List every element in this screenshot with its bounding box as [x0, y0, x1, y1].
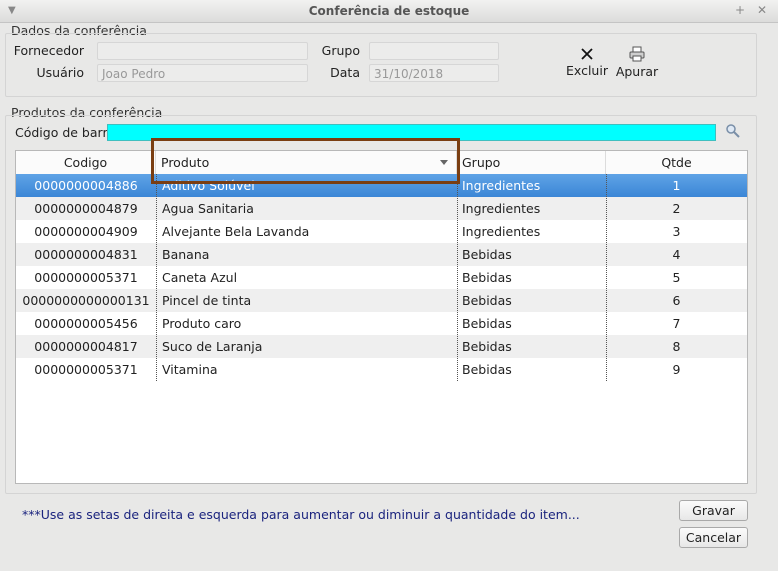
- table-row[interactable]: 0000000005456 Produto caro Bebidas 7: [16, 312, 747, 335]
- cell-grupo: Bebidas: [462, 362, 512, 377]
- grupo-label: Grupo: [321, 43, 360, 58]
- data-label: Data: [330, 65, 360, 80]
- col-header-qtde[interactable]: Qtde: [606, 151, 747, 174]
- cell-produto: Agua Sanitaria: [162, 201, 254, 216]
- search-icon[interactable]: [725, 123, 741, 139]
- barcode-label: Código de barra: [15, 125, 107, 140]
- cell-codigo: 0000000004879: [34, 201, 138, 216]
- cell-codigo: 0000000005371: [34, 362, 138, 377]
- cell-grupo: Ingredientes: [462, 201, 541, 216]
- products-table[interactable]: Codigo Produto Grupo Qtde 0000000004886 A…: [15, 150, 748, 484]
- cell-grupo: Bebidas: [462, 316, 512, 331]
- table-row[interactable]: 0000000004817 Suco de Laranja Bebidas 8: [16, 335, 747, 358]
- excluir-button[interactable]: Excluir: [563, 47, 611, 78]
- cell-codigo: 0000000004831: [34, 247, 138, 262]
- cell-qtde: 5: [672, 270, 681, 285]
- column-divider: [156, 174, 157, 381]
- cell-qtde: 3: [672, 224, 681, 239]
- table-row[interactable]: 0000000000000131 Pincel de tinta Bebidas 6: [16, 289, 747, 312]
- cell-produto: Pincel de tinta: [162, 293, 252, 308]
- cell-qtde: 7: [672, 316, 681, 331]
- cell-grupo: Bebidas: [462, 247, 512, 262]
- cancelar-button[interactable]: Cancelar: [679, 527, 748, 548]
- col-header-grupo[interactable]: Grupo: [457, 151, 606, 174]
- cell-produto: Caneta Azul: [162, 270, 238, 285]
- fornecedor-field[interactable]: [97, 42, 308, 60]
- cell-codigo: 0000000004909: [34, 224, 138, 239]
- cell-grupo: Bebidas: [462, 339, 512, 354]
- cell-grupo: Bebidas: [462, 270, 512, 285]
- table-row[interactable]: 0000000005371 Vitamina Bebidas 9: [16, 358, 747, 381]
- window-title: Conferência de estoque: [308, 4, 470, 18]
- cell-grupo: Ingredientes: [462, 224, 541, 239]
- col-header-codigo[interactable]: Codigo: [16, 151, 156, 174]
- cell-codigo: 0000000004886: [34, 178, 138, 193]
- cell-grupo: Bebidas: [462, 293, 512, 308]
- cell-produto: Vitamina: [162, 362, 218, 377]
- cell-produto: Produto caro: [162, 316, 242, 331]
- column-divider: [606, 174, 607, 381]
- delete-x-icon: [581, 48, 593, 60]
- cell-codigo: 0000000004817: [34, 339, 138, 354]
- column-divider: [457, 174, 458, 381]
- apurar-label: Apurar: [615, 64, 659, 79]
- hint-text: ***Use as setas de direita e esquerda pa…: [22, 507, 580, 522]
- cell-produto: Alvejante Bela Lavanda: [162, 224, 310, 239]
- grupo-field[interactable]: [369, 42, 499, 60]
- data-field[interactable]: 31/10/2018: [369, 64, 499, 82]
- cell-codigo: 0000000005371: [34, 270, 138, 285]
- cell-produto: Banana: [162, 247, 210, 262]
- table-row[interactable]: 0000000004909 Alvejante Bela Lavanda Ingre…: [16, 220, 747, 243]
- cell-qtde: 6: [672, 293, 681, 308]
- cell-qtde: 9: [672, 362, 681, 377]
- annotation-highlight-box: [151, 138, 460, 184]
- cell-grupo: Ingredientes: [462, 178, 541, 193]
- pin-icon[interactable]: +: [735, 3, 745, 17]
- window-titlebar: ▼ Conferência de estoque + ✕: [0, 0, 778, 23]
- gravar-button[interactable]: Gravar: [679, 500, 748, 521]
- usuario-field[interactable]: Joao Pedro: [97, 64, 308, 82]
- printer-icon: [629, 46, 645, 62]
- cell-qtde: 4: [672, 247, 681, 262]
- fornecedor-label: Fornecedor: [13, 43, 84, 58]
- table-row[interactable]: 0000000005371 Caneta Azul Bebidas 5: [16, 266, 747, 289]
- cell-produto: Suco de Laranja: [162, 339, 263, 354]
- table-row[interactable]: 0000000004831 Banana Bebidas 4: [16, 243, 747, 266]
- cell-qtde: 2: [672, 201, 681, 216]
- apurar-button[interactable]: Apurar: [612, 46, 662, 79]
- excluir-label: Excluir: [566, 63, 608, 78]
- close-icon[interactable]: ✕: [757, 3, 767, 17]
- usuario-label: Usuário: [36, 65, 84, 80]
- cell-qtde: 8: [672, 339, 681, 354]
- cell-codigo: 0000000005456: [34, 316, 138, 331]
- cell-qtde: 1: [672, 178, 681, 193]
- cell-codigo: 0000000000000131: [22, 293, 150, 308]
- table-row[interactable]: 0000000004879 Agua Sanitaria Ingredientes 2: [16, 197, 747, 220]
